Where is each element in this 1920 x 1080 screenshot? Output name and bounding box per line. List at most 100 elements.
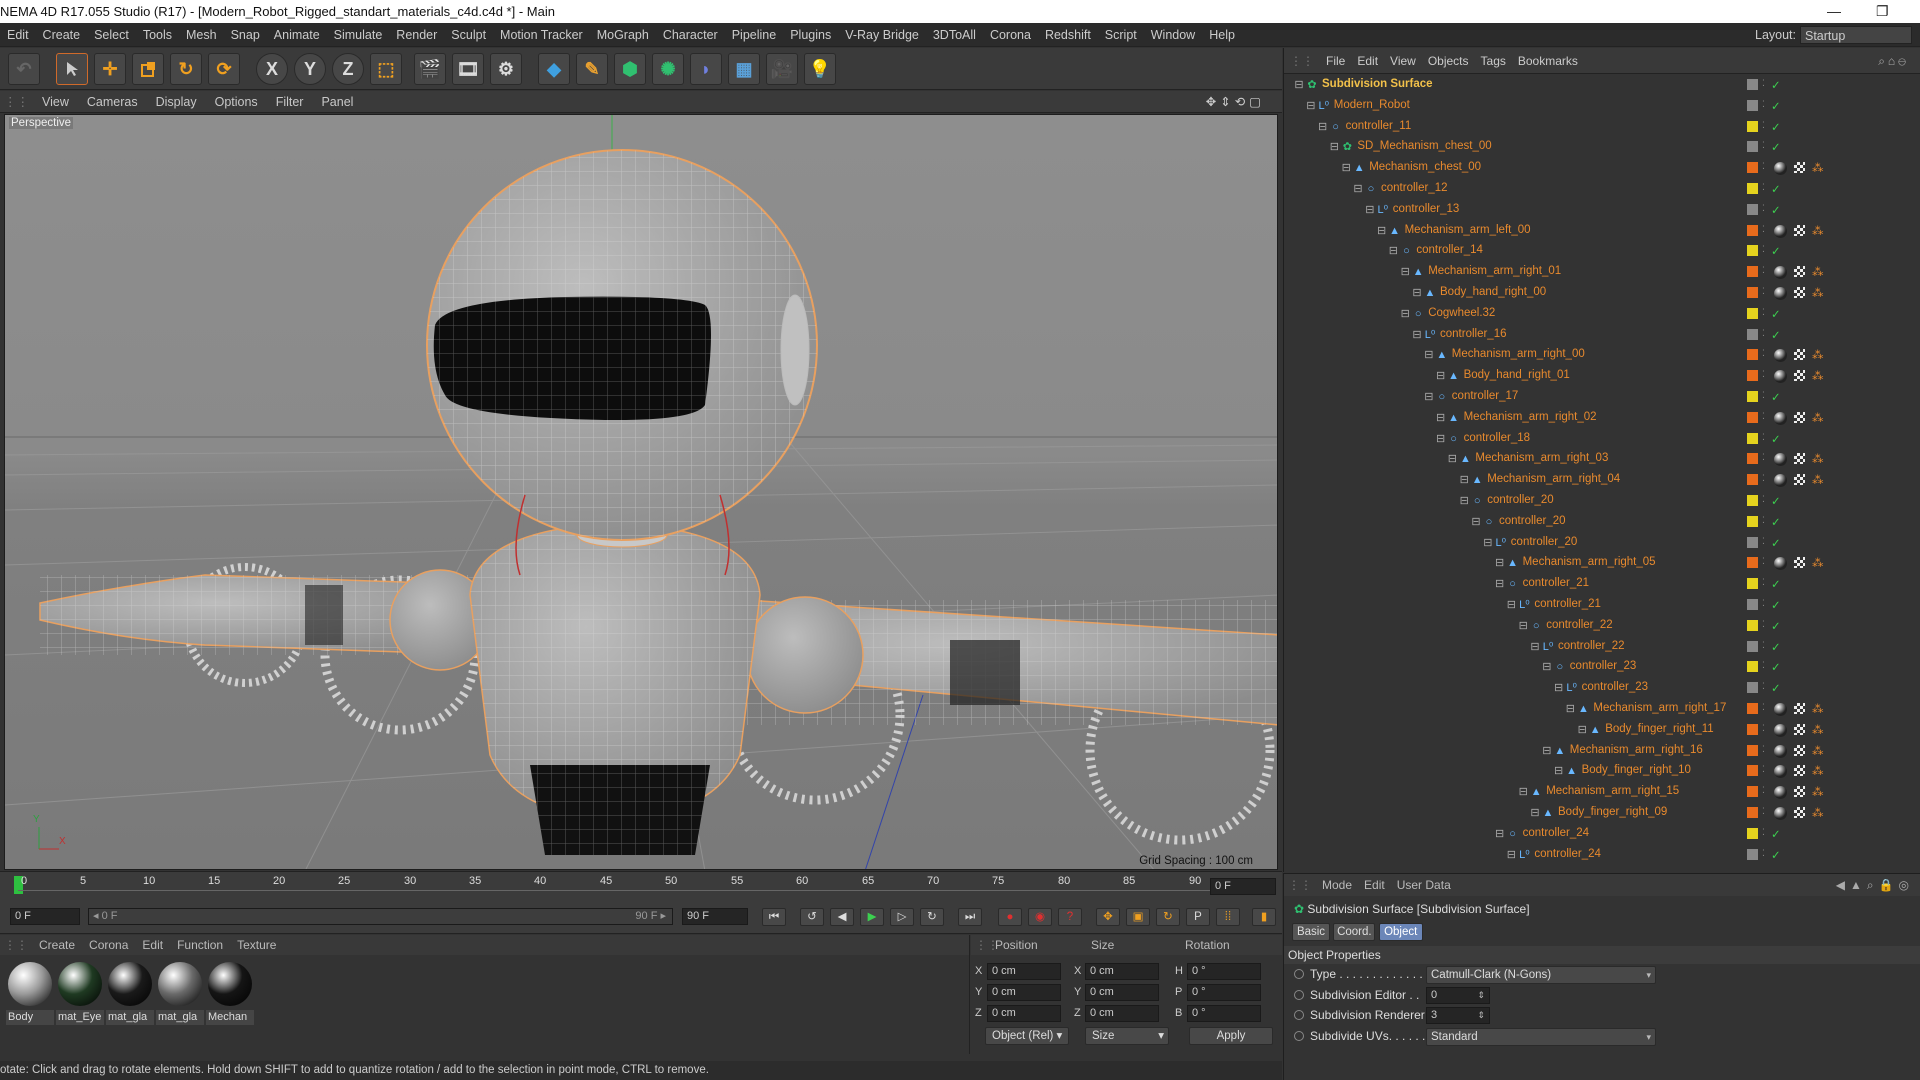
object-tree-row[interactable]: ⊟ L⁰ controller_21 ⁚ ✓ xyxy=(1284,595,1920,616)
object-name[interactable]: controller_13 xyxy=(1393,203,1459,215)
go-to-start-icon[interactable]: ⏮ xyxy=(762,908,786,926)
layer-color-swatch[interactable] xyxy=(1747,370,1758,382)
expand-toggle-icon[interactable]: ⊟ xyxy=(1469,515,1483,529)
object-name[interactable]: controller_21 xyxy=(1534,598,1600,610)
animate-param-dot[interactable] xyxy=(1294,1010,1304,1020)
layer-color-swatch[interactable] xyxy=(1747,79,1758,90)
object-tree-row[interactable]: ⊟ ▲ Body_hand_right_01 ⁚ ⁂ xyxy=(1284,366,1920,387)
expand-toggle-icon[interactable]: ⊟ xyxy=(1445,452,1459,466)
layer-color-swatch[interactable] xyxy=(1747,266,1758,278)
expand-toggle-icon[interactable]: ⊟ xyxy=(1516,785,1530,799)
object-name[interactable]: Mechanism_arm_left_00 xyxy=(1405,224,1531,236)
stepper-arrows-icon[interactable]: ⇕ xyxy=(1477,1008,1485,1023)
axis-x-lock-button[interactable]: X xyxy=(256,53,288,85)
object-tree-row[interactable]: ⊟ ○ controller_11 ⁚ ✓ xyxy=(1284,117,1920,138)
enabled-check-icon[interactable]: ✓ xyxy=(1771,827,1781,841)
object-name[interactable]: controller_11 xyxy=(1346,120,1412,132)
layer-color-swatch[interactable] xyxy=(1747,703,1758,714)
layer-color-swatch[interactable] xyxy=(1747,599,1758,610)
object-tree-row[interactable]: ⊟ ○ controller_21 ⁚ ✓ xyxy=(1284,574,1920,595)
pen-spline-icon[interactable]: ✎ xyxy=(576,53,608,85)
expand-toggle-icon[interactable]: ⊟ xyxy=(1434,369,1448,383)
previous-key-icon[interactable]: ↺ xyxy=(800,908,824,926)
weight-tag-icon[interactable]: ⁂ xyxy=(1812,744,1824,758)
layer-color-swatch[interactable] xyxy=(1747,807,1758,818)
3d-viewport[interactable]: Perspective Grid Spacing : 100 cm Y X xyxy=(4,114,1278,870)
object-tree-row[interactable]: ⊟ ○ controller_12 ⁚ ✓ xyxy=(1284,179,1920,200)
weight-tag-icon[interactable]: ⁂ xyxy=(1812,224,1824,238)
object-name[interactable]: controller_20 xyxy=(1511,536,1577,548)
layer-color-swatch[interactable] xyxy=(1747,349,1758,361)
object-tree-row[interactable]: ⊟ ▲ Mechanism_arm_right_05 ⁚ ⁂ xyxy=(1284,553,1920,574)
object-name[interactable]: Mechanism_arm_right_01 xyxy=(1428,265,1561,277)
object-name[interactable]: Mechanism_arm_right_04 xyxy=(1487,473,1620,485)
texture-tag-icon[interactable] xyxy=(1794,224,1805,236)
object-tree-row[interactable]: ⊟ ▲ Mechanism_arm_right_03 ⁚ ⁂ xyxy=(1284,449,1920,470)
visibility-dots-icon[interactable]: ⁚ xyxy=(1762,120,1765,131)
expand-toggle-icon[interactable]: ⊟ xyxy=(1339,161,1353,175)
chevron-down-icon[interactable]: ▾ xyxy=(1646,967,1651,983)
enabled-check-icon[interactable]: ✓ xyxy=(1771,99,1781,113)
position-field[interactable]: 0 cm xyxy=(987,963,1061,980)
chevron-down-icon[interactable]: ▾ xyxy=(1646,1029,1651,1045)
expand-toggle-icon[interactable]: ⊟ xyxy=(1410,328,1424,342)
object-name[interactable]: Body_finger_right_09 xyxy=(1558,806,1667,818)
object-tree-row[interactable]: ⊟ ▲ Mechanism_arm_right_00 ⁚ ⁂ xyxy=(1284,345,1920,366)
layer-color-swatch[interactable] xyxy=(1747,224,1758,236)
visibility-dots-icon[interactable]: ⁚ xyxy=(1762,432,1765,443)
object-name[interactable]: Mechanism_arm_right_00 xyxy=(1452,348,1585,360)
expand-toggle-icon[interactable]: ⊟ xyxy=(1552,764,1566,778)
visibility-dots-icon[interactable]: ⁚ xyxy=(1762,348,1765,359)
material-tag-icon[interactable] xyxy=(1774,723,1787,737)
expand-toggle-icon[interactable]: ⊟ xyxy=(1327,140,1341,154)
object-tree-row[interactable]: ⊟ ▲ Mechanism_arm_right_04 ⁚ ⁂ xyxy=(1284,470,1920,491)
object-name[interactable]: Cogwheel.32 xyxy=(1428,307,1495,319)
visibility-dots-icon[interactable]: ⁚ xyxy=(1762,161,1765,172)
object-tree-row[interactable]: ⊟ L⁰ controller_16 ⁚ ✓ xyxy=(1284,325,1920,346)
material-swatch[interactable]: Mechan xyxy=(206,962,254,1030)
menu-help[interactable]: Help xyxy=(1202,23,1242,47)
layer-color-swatch[interactable] xyxy=(1747,391,1758,402)
menu-redshift[interactable]: Redshift xyxy=(1038,23,1098,47)
expand-toggle-icon[interactable]: ⊟ xyxy=(1528,806,1542,820)
object-name[interactable]: Mechanism_arm_right_17 xyxy=(1593,702,1726,714)
menu-character[interactable]: Character xyxy=(656,23,725,47)
layer-color-swatch[interactable] xyxy=(1747,848,1758,860)
expand-toggle-icon[interactable]: ⊟ xyxy=(1481,536,1495,550)
material-swatch[interactable]: mat_gla xyxy=(156,962,204,1030)
object-name[interactable]: controller_24 xyxy=(1534,848,1600,860)
viewport-menu-panel[interactable]: Panel xyxy=(312,91,362,113)
object-tree-row[interactable]: ⊟ L⁰ controller_13 ⁚ ✓ xyxy=(1284,200,1920,221)
key-parameter-icon[interactable]: P xyxy=(1186,908,1210,926)
texture-tag-icon[interactable] xyxy=(1794,765,1805,777)
visibility-dots-icon[interactable]: ⁚ xyxy=(1762,224,1765,235)
render-view-icon[interactable]: 🎬 xyxy=(414,53,446,85)
weight-tag-icon[interactable]: ⁂ xyxy=(1812,702,1824,716)
object-name[interactable]: controller_16 xyxy=(1440,328,1506,340)
visibility-dots-icon[interactable]: ⁚ xyxy=(1762,556,1765,567)
light-icon[interactable]: 💡 xyxy=(804,53,836,85)
enabled-check-icon[interactable]: ✓ xyxy=(1771,328,1781,342)
layer-color-swatch[interactable] xyxy=(1747,99,1758,111)
object-name[interactable]: controller_23 xyxy=(1582,681,1648,693)
enabled-check-icon[interactable]: ✓ xyxy=(1771,203,1781,217)
material-swatch[interactable]: Body xyxy=(6,962,54,1030)
object-name[interactable]: controller_17 xyxy=(1452,390,1518,402)
expand-toggle-icon[interactable]: ⊟ xyxy=(1434,432,1448,446)
object-name[interactable]: Mechanism_arm_right_03 xyxy=(1475,452,1608,464)
menu-render[interactable]: Render xyxy=(389,23,444,47)
layer-color-swatch[interactable] xyxy=(1747,453,1758,465)
layer-color-swatch[interactable] xyxy=(1747,536,1758,548)
enabled-check-icon[interactable]: ✓ xyxy=(1771,681,1781,695)
visibility-dots-icon[interactable]: ⁚ xyxy=(1762,182,1765,193)
enabled-check-icon[interactable]: ✓ xyxy=(1771,432,1781,446)
enabled-check-icon[interactable]: ✓ xyxy=(1771,598,1781,612)
material-tag-icon[interactable] xyxy=(1774,786,1787,800)
maximize-button[interactable]: ❐ xyxy=(1876,0,1889,23)
menu-plugins[interactable]: Plugins xyxy=(783,23,838,47)
visibility-dots-icon[interactable]: ⁚ xyxy=(1762,723,1765,734)
visibility-dots-icon[interactable]: ⁚ xyxy=(1762,369,1765,380)
position-field[interactable]: 0 cm xyxy=(987,1005,1061,1022)
layer-color-swatch[interactable] xyxy=(1747,578,1758,590)
texture-tag-icon[interactable] xyxy=(1794,786,1805,798)
